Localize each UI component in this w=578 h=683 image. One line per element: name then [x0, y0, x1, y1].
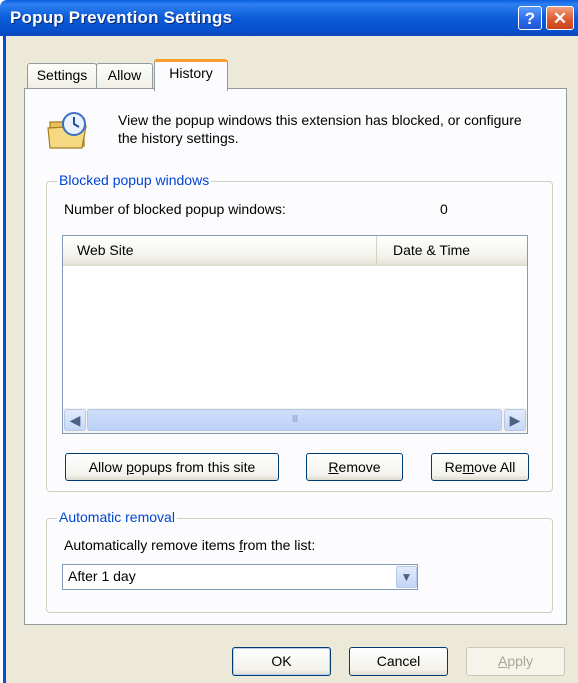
remove-all-button[interactable]: Remove All	[431, 453, 529, 481]
apply-label-key: A	[497, 653, 508, 669]
column-header-website[interactable]: Web Site	[63, 236, 377, 264]
chevron-down-icon[interactable]: ▼	[396, 566, 417, 588]
blocked-popups-group-title: Blocked popup windows	[57, 172, 212, 188]
allow-label-pre: Allow	[88, 459, 127, 475]
close-button[interactable]: ✕	[546, 6, 574, 30]
removeall-label-key: m	[462, 459, 475, 475]
tab-settings[interactable]: Settings	[27, 63, 97, 88]
auto-removal-label: Automatically remove items from the list…	[64, 537, 315, 553]
remove-label-key: R	[328, 459, 339, 475]
scroll-right-icon[interactable]: ▶	[504, 409, 526, 431]
allow-label-key: p	[126, 459, 134, 475]
auto-removal-select[interactable]: After 1 day ▼	[62, 564, 418, 590]
removeall-label-pre: Re	[444, 459, 463, 475]
auto-label-post: rom the list:	[242, 537, 316, 553]
intro-text: View the popup windows this extension ha…	[118, 112, 522, 146]
title-bar[interactable]: Popup Prevention Settings ? ✕	[0, 0, 578, 36]
help-button[interactable]: ?	[518, 6, 542, 30]
automatic-removal-group-title: Automatic removal	[57, 509, 177, 525]
blocked-count-label: Number of blocked popup windows:	[64, 201, 286, 217]
dialog-window: Popup Prevention Settings ? ✕ Settings A…	[0, 0, 578, 683]
apply-label-post: pply	[507, 653, 534, 669]
tab-allow[interactable]: Allow	[96, 63, 153, 88]
blocked-count-value: 0	[440, 201, 448, 217]
ok-button[interactable]: OK	[232, 647, 331, 676]
allow-label-post: opups from this site	[133, 459, 256, 475]
folder-history-icon	[47, 112, 87, 149]
column-header-date-time[interactable]: Date & Time	[389, 236, 527, 264]
remove-label-post: emove	[338, 459, 381, 475]
auto-label-pre: Automatically remove items	[64, 537, 240, 553]
removeall-label-post: ove All	[474, 459, 516, 475]
scroll-left-icon[interactable]: ◀	[64, 409, 86, 431]
blocked-popups-list[interactable]: Web Site Date & Time ◀ III ▶	[62, 235, 528, 434]
remove-button[interactable]: Remove	[306, 453, 403, 481]
window-title: Popup Prevention Settings	[10, 8, 233, 27]
list-header: Web Site Date & Time	[63, 236, 527, 266]
allow-popups-button[interactable]: Allow popups from this site	[65, 453, 279, 481]
scroll-thumb[interactable]: III	[87, 409, 502, 431]
cancel-button[interactable]: Cancel	[349, 647, 448, 676]
tab-history[interactable]: History	[154, 59, 228, 91]
horizontal-scrollbar[interactable]: ◀ III ▶	[63, 408, 527, 433]
apply-button[interactable]: Apply	[466, 647, 565, 676]
auto-removal-selected-value: After 1 day	[68, 568, 136, 584]
